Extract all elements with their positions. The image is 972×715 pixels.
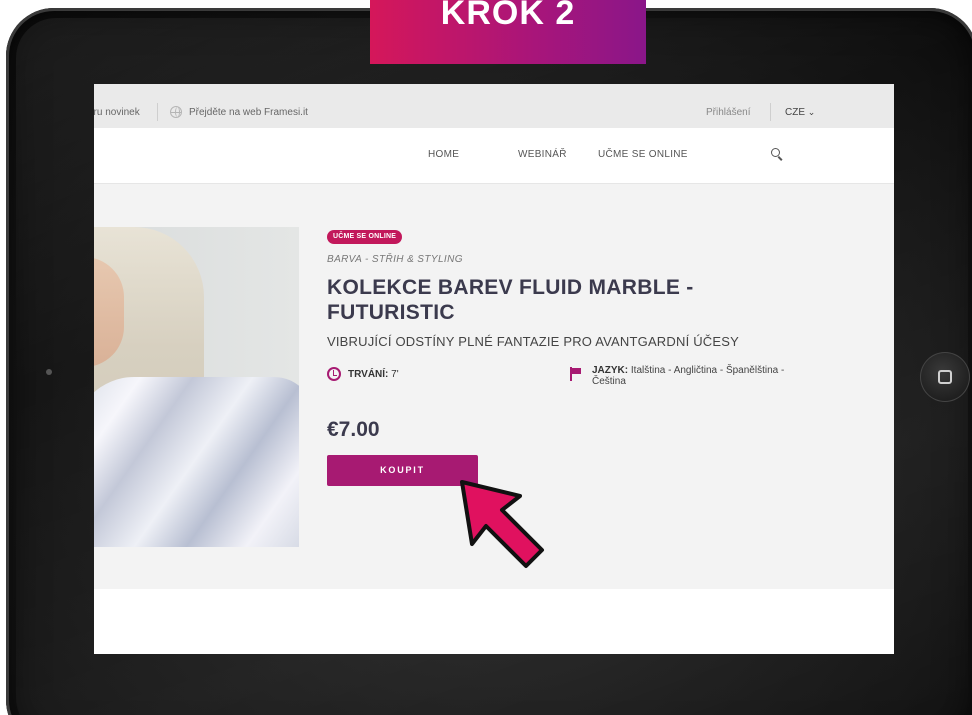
- camera-dot: [46, 369, 52, 375]
- duration-value: 7': [391, 369, 399, 380]
- nav-item-webinar[interactable]: WEBINÁŘ: [518, 149, 567, 160]
- product-subtitle: VIBRUJÍCÍ ODSTÍNY PLNÉ FANTAZIE PRO AVAN…: [327, 334, 739, 349]
- flag-icon: [570, 367, 582, 381]
- model-jacket: [94, 377, 299, 547]
- product-title: KOLEKCE BAREV FLUID MARBLE - FUTURISTIC: [327, 276, 694, 324]
- language-label: JAZYK:: [592, 365, 629, 376]
- language-info: JAZYK: Italština - Angličtina - Španělšt…: [592, 365, 792, 387]
- language-selector[interactable]: CZE ⌄: [785, 107, 815, 118]
- step-banner: KROK 2: [370, 0, 646, 64]
- framesi-site-link[interactable]: Přejděte na web Framesi.it: [189, 107, 308, 118]
- globe-icon: [170, 106, 182, 118]
- duration-info: TRVÁNÍ: 7': [348, 369, 399, 380]
- product-category: BARVA - STŘIH & STYLING: [327, 254, 463, 265]
- cursor-arrow-icon: [460, 480, 544, 568]
- step-label: KROK 2: [440, 0, 576, 32]
- product-price: €7.00: [327, 418, 380, 441]
- nav-item-home[interactable]: HOME: [428, 149, 459, 160]
- divider: [157, 103, 158, 121]
- chevron-down-icon: ⌄: [807, 107, 816, 117]
- footer-area: [94, 589, 894, 654]
- login-link[interactable]: Přihlášení: [706, 107, 750, 118]
- main-navigation: HOME WEBINÁŘ UČME SE ONLINE: [94, 128, 894, 184]
- category-badge: UČME SE ONLINE: [327, 230, 403, 244]
- product-image: [94, 227, 299, 547]
- tablet-home-button[interactable]: [920, 352, 970, 402]
- top-utility-bar: ěru novinek Přejděte na web Framesi.it P…: [94, 84, 894, 128]
- home-square-icon: [938, 370, 952, 384]
- duration-label: TRVÁNÍ:: [348, 369, 389, 380]
- timer-icon: [327, 367, 341, 381]
- language-value: CZE: [785, 107, 805, 118]
- nav-item-learn-online[interactable]: UČME SE ONLINE: [598, 149, 688, 160]
- divider: [770, 103, 771, 121]
- search-icon[interactable]: [771, 148, 780, 157]
- newsletter-link[interactable]: ěru novinek: [94, 107, 140, 118]
